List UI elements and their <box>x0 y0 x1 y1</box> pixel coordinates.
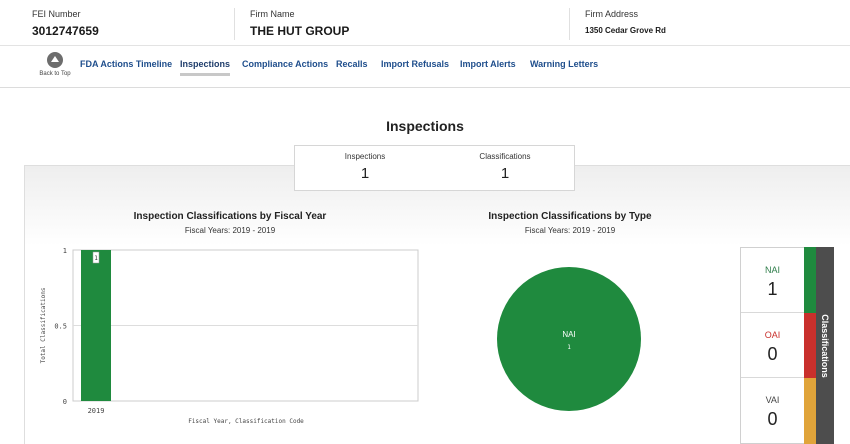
y-tick-label: 1 <box>63 247 67 255</box>
fei-number-block: FEI Number 3012747659 <box>32 9 99 38</box>
legend-oai[interactable]: OAI 0 <box>741 313 804 378</box>
firm-name-block: Firm Name THE HUT GROUP <box>250 9 349 38</box>
y-tick-label: 0 <box>63 398 67 406</box>
arrow-up-icon <box>47 52 63 68</box>
legend-oai-key: OAI <box>764 330 781 340</box>
nav-fda-actions-timeline[interactable]: FDA Actions Timeline <box>80 59 172 69</box>
nav-compliance-actions[interactable]: Compliance Actions <box>242 59 328 69</box>
firm-address-value: 1350 Cedar Grove Rd <box>585 26 666 35</box>
summary-inspections-label: Inspections <box>344 152 386 161</box>
summary-classifications-value: 1 <box>500 165 510 182</box>
nav-import-alerts[interactable]: Import Alerts <box>460 59 516 69</box>
back-to-top-label: Back to Top <box>39 71 71 77</box>
pie-slice-nai <box>497 267 641 411</box>
pie-chart: NAI 1 <box>497 267 641 411</box>
fei-number-label: FEI Number <box>32 9 81 19</box>
classification-legend: NAI 1 OAI 0 VAI 0 <box>740 247 805 444</box>
firm-header: FEI Number 3012747659 Firm Name THE HUT … <box>0 0 850 46</box>
legend-nai-color-bar <box>804 247 816 313</box>
nav-recalls[interactable]: Recalls <box>336 59 368 69</box>
summary-inspections: Inspections 1 <box>295 152 435 182</box>
pie-slice-label: NAI <box>562 330 575 339</box>
summary-inspections-value: 1 <box>360 165 370 182</box>
bar-chart-title: Inspection Classifications by Fiscal Yea… <box>133 211 327 222</box>
legend-nai[interactable]: NAI 1 <box>741 248 804 313</box>
legend-vai-value: 0 <box>767 409 778 429</box>
bar-2019 <box>81 250 111 401</box>
bar-chart-subtitle: Fiscal Years: 2019 - 2019 <box>184 226 276 235</box>
nav-inspections[interactable]: Inspections <box>180 59 231 76</box>
summary-classifications: Classifications 1 <box>435 152 575 182</box>
fei-number-value: 3012747659 <box>32 24 99 38</box>
y-axis-label: Total Classifications <box>40 287 47 363</box>
header-divider <box>234 8 235 40</box>
summary-classifications-label: Classifications <box>479 152 531 161</box>
bar-chart: 0 0.5 1 1 2019 Fiscal Year, Classification Co… <box>40 247 419 425</box>
firm-address-label: Firm Address <box>585 9 639 19</box>
legend-oai-value: 0 <box>767 344 778 364</box>
legend-vai-key: VAI <box>765 395 780 405</box>
nav-warning-letters[interactable]: Warning Letters <box>530 59 598 69</box>
x-tick-label: 2019 <box>88 407 105 415</box>
firm-address-block: Firm Address 1350 Cedar Grove Rd <box>585 9 666 35</box>
nav-import-refusals[interactable]: Import Refusals <box>381 59 449 69</box>
header-divider <box>569 8 570 40</box>
legend-nai-key: NAI <box>764 265 780 275</box>
bar-data-label: 1 <box>94 255 98 262</box>
firm-name-value: THE HUT GROUP <box>250 24 350 38</box>
legend-vai[interactable]: VAI 0 <box>741 378 804 443</box>
section-title: Inspections <box>386 118 464 134</box>
firm-name-label: Firm Name <box>250 9 295 19</box>
classifications-tab[interactable]: Classifications <box>816 247 834 444</box>
pie-chart-subtitle: Fiscal Years: 2019 - 2019 <box>524 226 616 235</box>
legend-oai-color-bar <box>804 313 816 378</box>
section-nav: Back to Top FDA Actions Timeline Inspect… <box>0 46 850 88</box>
x-axis-label: Fiscal Year, Classification Code <box>188 418 304 425</box>
y-tick-label: 0.5 <box>54 323 67 331</box>
legend-vai-color-bar <box>804 378 816 444</box>
pie-slice-value: 1 <box>567 344 571 351</box>
summary-box: Inspections 1 Classifications 1 <box>294 145 575 191</box>
classifications-tab-label: Classifications <box>820 313 830 378</box>
legend-nai-value: 1 <box>767 279 778 299</box>
pie-chart-title: Inspection Classifications by Type <box>488 211 652 222</box>
back-to-top-button[interactable]: Back to Top <box>36 52 74 77</box>
